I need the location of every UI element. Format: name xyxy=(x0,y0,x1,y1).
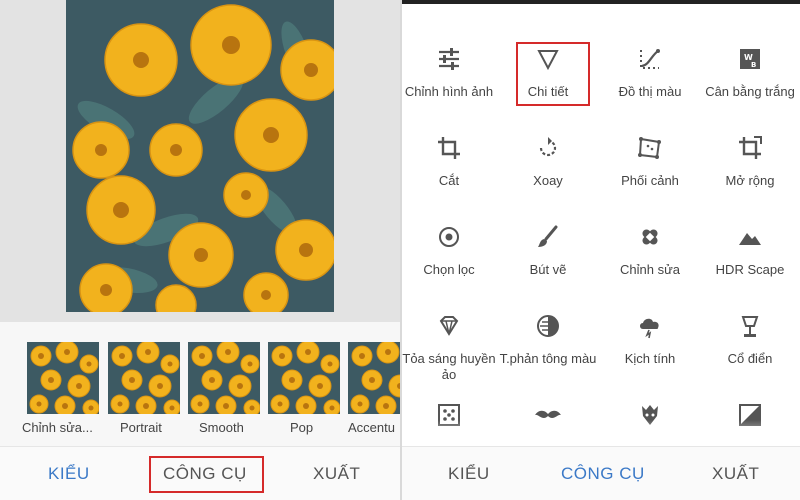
tab-export[interactable]: XUẤT xyxy=(313,447,360,500)
tool-label: Phối cảnh xyxy=(621,173,679,188)
right-bottom-nav: KIỂU CÔNG CỤ XUẤT xyxy=(402,446,800,500)
tool-brush[interactable]: Bút vẽ xyxy=(498,222,598,278)
thumbnail-label: Portrait xyxy=(120,420,162,435)
vintage-lamp-icon xyxy=(700,311,800,341)
expand-icon xyxy=(700,133,800,163)
tool-tonal-contrast[interactable]: T.phản tông màu xyxy=(498,311,598,367)
tab-styles[interactable]: KIỂU xyxy=(48,447,90,500)
perspective-icon xyxy=(600,133,700,163)
top-strip xyxy=(402,0,800,4)
tab-styles[interactable]: KIỂU xyxy=(448,447,490,500)
healing-icon xyxy=(600,222,700,252)
tool-glamour-glow[interactable]: Tỏa sáng huyền ảo xyxy=(402,311,499,383)
tonal-contrast-icon xyxy=(498,311,598,341)
svg-text:B: B xyxy=(751,61,756,69)
thumbnail-chinh-sua[interactable] xyxy=(27,342,99,414)
white-balance-icon: WB xyxy=(700,44,800,74)
glamour-glow-icon xyxy=(402,311,499,341)
scroll-fade xyxy=(402,420,800,446)
hdr-mountain-icon xyxy=(700,222,800,252)
thumbnail-smooth[interactable] xyxy=(188,342,260,414)
tool-label: Chỉnh hình ảnh xyxy=(404,84,494,99)
tool-label: Chọn lọc xyxy=(423,262,475,277)
thumbnail-label: Accentu xyxy=(348,420,395,435)
details-tool-highlight xyxy=(516,42,590,106)
tools-tab-highlight xyxy=(149,456,264,493)
photo-preview xyxy=(66,0,334,312)
tool-label: Chỉnh sửa xyxy=(619,262,680,277)
tool-healing[interactable]: Chỉnh sửa xyxy=(600,222,700,278)
rotate-icon xyxy=(498,133,598,163)
left-panel: Chỉnh sửa... Portrait Smooth Pop Accentu… xyxy=(0,0,400,500)
thumbnail-label: Pop xyxy=(290,420,314,435)
tool-label: Đồ thị màu xyxy=(618,84,682,99)
tool-curves[interactable]: Đồ thị màu xyxy=(600,44,700,100)
tool-label: Xoay xyxy=(533,173,563,188)
thumbnail-portrait[interactable] xyxy=(108,342,180,414)
tool-hdr-mountain[interactable]: HDR Scape xyxy=(700,222,800,278)
tune-sliders-icon xyxy=(402,44,499,74)
thumbnail-label: Chỉnh sửa... xyxy=(22,420,93,435)
tool-label: Mở rộng xyxy=(725,173,775,188)
tool-label: Tỏa sáng huyền ảo xyxy=(402,351,496,382)
tool-selective[interactable]: Chọn lọc xyxy=(402,222,499,278)
left-bottom-nav: KIỂU CÔNG CỤ XUẤT xyxy=(0,446,400,500)
tab-export[interactable]: XUẤT xyxy=(712,447,759,500)
tool-expand[interactable]: Mở rộng xyxy=(700,133,800,189)
tool-label: Bút vẽ xyxy=(529,262,567,277)
tool-perspective[interactable]: Phối cảnh xyxy=(600,133,700,189)
tool-vintage-lamp[interactable]: Cổ điển xyxy=(700,311,800,367)
tool-label: T.phản tông màu xyxy=(499,351,597,366)
photo-preview-area xyxy=(0,0,400,322)
tool-white-balance[interactable]: W B Cân bằng trắng xyxy=(700,44,800,100)
drama-cloud-icon xyxy=(600,311,700,341)
tool-rotate[interactable]: Xoay xyxy=(498,133,598,189)
thumbnail-accentuate[interactable] xyxy=(348,342,400,414)
tool-label: Cắt xyxy=(438,173,460,188)
brush-icon xyxy=(498,222,598,252)
tool-label: HDR Scape xyxy=(715,262,785,277)
tool-drama-cloud[interactable]: Kịch tính xyxy=(600,311,700,367)
thumbnail-label: Smooth xyxy=(199,420,244,435)
tab-tools[interactable]: CÔNG CỤ xyxy=(561,447,645,500)
tool-crop[interactable]: Cắt xyxy=(402,133,499,189)
tool-label: Cổ điển xyxy=(727,351,773,366)
crop-icon xyxy=(402,133,499,163)
curves-icon xyxy=(600,44,700,74)
tool-tune-sliders[interactable]: Chỉnh hình ảnh xyxy=(402,44,499,100)
tool-label: Kịch tính xyxy=(624,351,676,366)
app-root: Chỉnh sửa... Portrait Smooth Pop Accentu… xyxy=(0,0,800,500)
filter-thumbnails-bar: Chỉnh sửa... Portrait Smooth Pop Accentu xyxy=(0,322,400,446)
tool-label: Cân bằng trắng xyxy=(705,84,795,99)
selective-icon xyxy=(402,222,499,252)
thumbnail-pop[interactable] xyxy=(268,342,340,414)
right-panel: Chỉnh hình ảnh Chi tiết Đồ thị màu W B Cân bằ… xyxy=(402,0,800,500)
